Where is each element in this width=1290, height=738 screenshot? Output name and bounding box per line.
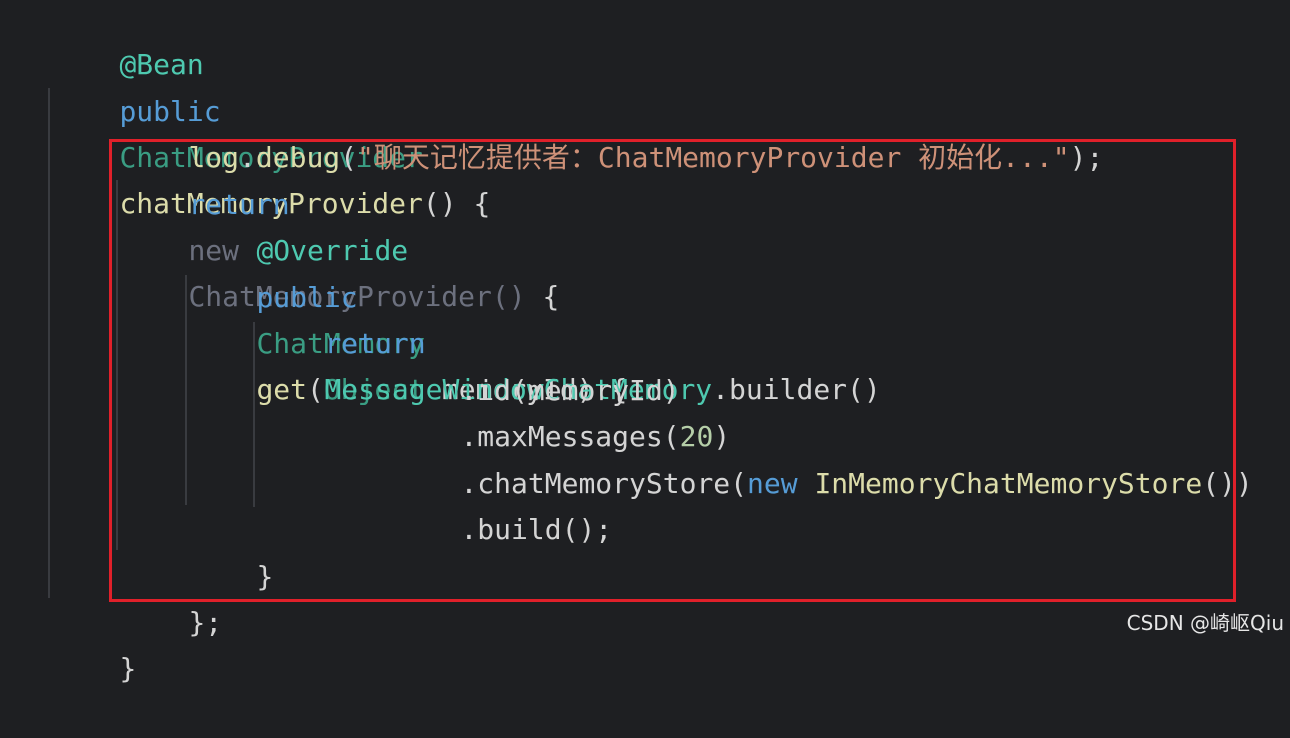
highlight-box: [109, 139, 1236, 602]
watermark: CSDN @崎岖Qiu: [1126, 611, 1284, 635]
code-editor[interactable]: @Bean public ChatMemoryProvider chatMemo…: [0, 0, 1290, 685]
closing-brace: }: [119, 652, 137, 685]
closing-brace: };: [188, 606, 223, 639]
code-line-3: log.debug("聊天记忆提供者：ChatMemoryProvider 初始…: [121, 89, 1103, 174]
code-line-1: @Bean: [52, 0, 203, 81]
indent-guide: [48, 88, 50, 598]
code-line-14: }: [52, 600, 136, 685]
code-line-2: public ChatMemoryProvider chatMemoryProv…: [52, 43, 490, 220]
